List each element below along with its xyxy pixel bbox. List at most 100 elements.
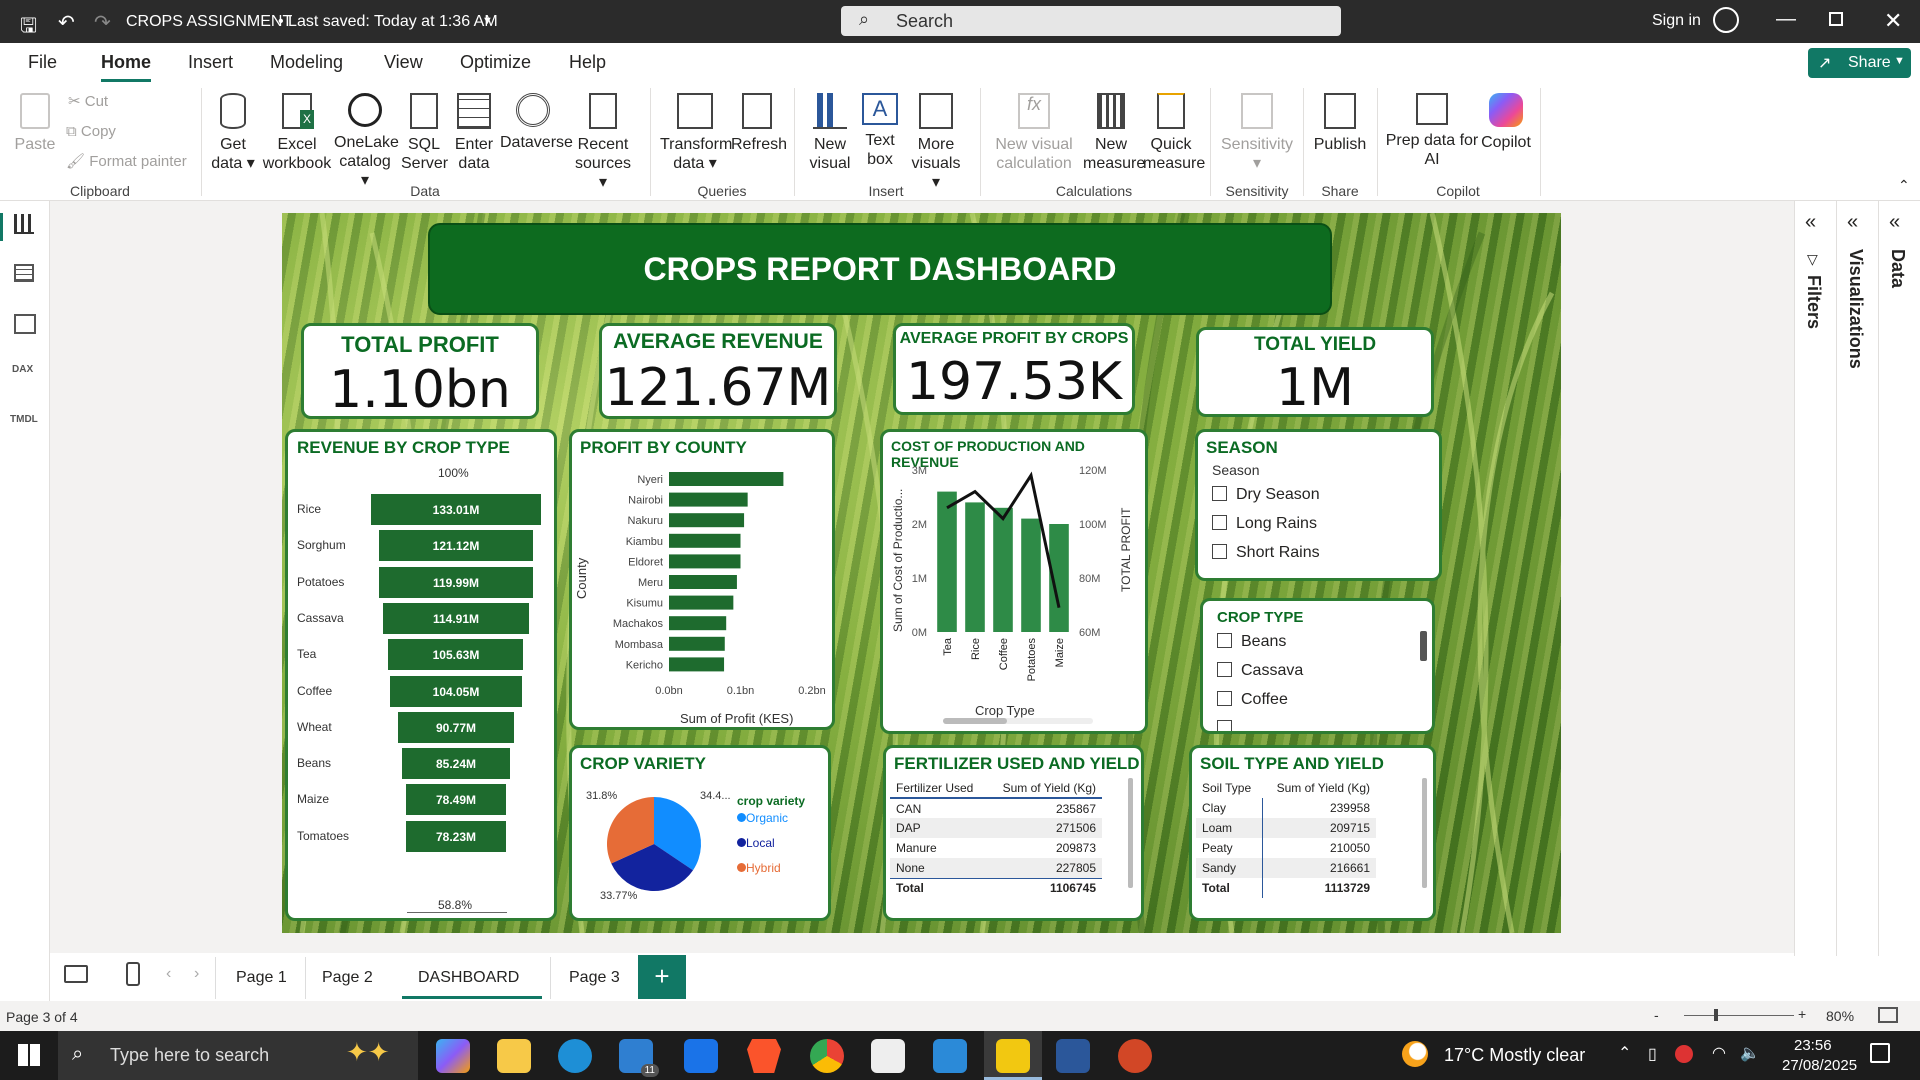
clock-date[interactable]: 27/08/2025 bbox=[1782, 1057, 1857, 1074]
column-header[interactable]: Fertilizer Used bbox=[890, 778, 987, 798]
windows-start-icon[interactable] bbox=[18, 1044, 40, 1066]
kpi-total-yield[interactable]: TOTAL YIELD 1M bbox=[1196, 327, 1434, 418]
file-explorer-icon[interactable] bbox=[497, 1039, 531, 1073]
edge-icon[interactable] bbox=[558, 1039, 592, 1073]
dax-query-view-icon[interactable]: DAX bbox=[12, 364, 33, 375]
slicer-option-cassava[interactable]: Cassava bbox=[1217, 662, 1303, 680]
column-header[interactable]: Sum of Yield (Kg) bbox=[987, 778, 1102, 798]
prep-data-ai-button[interactable]: Prep data for AI bbox=[1384, 93, 1480, 169]
volume-icon[interactable]: 🔈 bbox=[1740, 1043, 1760, 1063]
visualizations-pane[interactable]: « Visualizations bbox=[1836, 201, 1878, 956]
more-visuals-button[interactable]: More visuals ▾ bbox=[908, 93, 964, 192]
copilot-app-icon[interactable] bbox=[436, 1039, 470, 1073]
powerpoint-icon[interactable] bbox=[1118, 1039, 1152, 1073]
column-header[interactable]: Sum of Yield (Kg) bbox=[1262, 778, 1376, 798]
cost-revenue-chart[interactable]: COST OF PRODUCTION AND REVENUE 3M 2M 1M 0M 1… bbox=[880, 429, 1148, 734]
wifi-icon[interactable]: ◠ bbox=[1712, 1043, 1726, 1063]
menu-optimize[interactable]: Optimize bbox=[460, 52, 531, 73]
taskbar-active-app[interactable] bbox=[984, 1031, 1042, 1080]
report-view-icon[interactable] bbox=[14, 214, 34, 234]
table-row[interactable]: None 227805 bbox=[890, 858, 1102, 878]
menu-help[interactable]: Help bbox=[569, 52, 606, 73]
legend-item-local[interactable]: Local bbox=[737, 836, 775, 850]
format-painter-button[interactable]: 🖌 Format painter bbox=[66, 152, 187, 171]
checkbox[interactable] bbox=[1212, 544, 1227, 559]
chevron-up-icon[interactable]: ⌃ bbox=[1618, 1043, 1631, 1063]
tmdl-view-icon[interactable]: TMDL bbox=[10, 414, 38, 425]
table-row[interactable]: CAN 235867 bbox=[890, 798, 1102, 818]
get-data-button[interactable]: Get data ▾ bbox=[208, 93, 258, 173]
text-box-button[interactable]: A Text box bbox=[858, 93, 902, 169]
transform-data-button[interactable]: Transform data ▾ bbox=[660, 93, 732, 173]
paste-button[interactable]: Paste bbox=[12, 93, 58, 154]
table-row[interactable]: Peaty 210050 bbox=[1196, 838, 1376, 858]
refresh-button[interactable]: Refresh bbox=[731, 93, 787, 154]
revenue-by-crop-chart[interactable]: REVENUE BY CROP TYPE 100% 133.01M Rice 121… bbox=[285, 429, 557, 921]
next-page-icon[interactable]: › bbox=[194, 965, 199, 983]
expand-icon[interactable]: « bbox=[1847, 211, 1858, 234]
save-icon[interactable]: 🖫 bbox=[20, 11, 37, 45]
last-saved[interactable]: • Last saved: Today at 1:36 AM bbox=[278, 13, 498, 31]
sql-server-button[interactable]: SQL Server bbox=[401, 93, 448, 173]
checkbox[interactable] bbox=[1217, 633, 1232, 648]
weather-text[interactable]: 17°C Mostly clear bbox=[1444, 1045, 1585, 1066]
close-icon[interactable]: ✕ bbox=[1884, 8, 1902, 34]
excel-workbook-button[interactable]: X Excel workbook bbox=[262, 93, 332, 173]
copy-button[interactable]: ⧉ Copy bbox=[66, 122, 116, 141]
expand-icon[interactable]: « bbox=[1889, 211, 1900, 234]
enter-data-button[interactable]: Enter data bbox=[451, 93, 497, 173]
recent-sources-button[interactable]: Recent sources ▾ bbox=[570, 93, 636, 192]
device-icon[interactable]: ▯ bbox=[1648, 1044, 1657, 1064]
new-measure-button[interactable]: New measure bbox=[1083, 93, 1145, 173]
checkbox[interactable] bbox=[1217, 662, 1232, 677]
crop-type-slicer[interactable]: CROP TYPE Beans Cassava Coffee bbox=[1200, 598, 1435, 734]
store-icon[interactable] bbox=[684, 1039, 718, 1073]
slicer-option-short-rains[interactable]: Short Rains bbox=[1212, 544, 1320, 562]
soil-table[interactable]: SOIL TYPE AND YIELD Soil Type Sum of Yiel… bbox=[1189, 745, 1436, 921]
slicer-option-long-rains[interactable]: Long Rains bbox=[1212, 515, 1317, 533]
fit-to-page-icon[interactable] bbox=[1878, 1007, 1898, 1023]
checkbox[interactable] bbox=[1212, 515, 1227, 530]
legend-item-organic[interactable]: Organic bbox=[737, 811, 788, 825]
column-header[interactable]: Soil Type bbox=[1196, 778, 1262, 798]
copilot-button[interactable]: Copilot bbox=[1478, 93, 1534, 152]
legend-item-hybrid[interactable]: Hybrid bbox=[737, 861, 781, 875]
publish-button[interactable]: Publish bbox=[1310, 93, 1370, 154]
account-icon[interactable] bbox=[1713, 7, 1739, 33]
slicer-option-coffee[interactable]: Coffee bbox=[1217, 691, 1288, 709]
table-row[interactable]: Sandy 216661 bbox=[1196, 858, 1376, 878]
tab-page-2[interactable]: Page 2 bbox=[305, 957, 385, 999]
search-input[interactable]: ⌕ Search bbox=[841, 6, 1341, 36]
sensitivity-button[interactable]: Sensitivity ▾ bbox=[1221, 93, 1293, 173]
table-row[interactable]: Manure 209873 bbox=[890, 838, 1102, 858]
quick-measure-button[interactable]: Quick measure bbox=[1143, 93, 1205, 173]
taskbar-search-box[interactable]: ⌕ Type here to search ✦✦ bbox=[58, 1031, 418, 1080]
season-slicer[interactable]: SEASON Season Dry Season Long Rains Shor… bbox=[1195, 429, 1442, 581]
add-page-button[interactable]: + bbox=[638, 955, 686, 999]
checkbox[interactable] bbox=[1217, 691, 1232, 706]
horizontal-scrollbar[interactable] bbox=[943, 718, 1093, 724]
minimize-icon[interactable]: — bbox=[1776, 8, 1796, 31]
slicer-option-dry-season[interactable]: Dry Season bbox=[1212, 486, 1320, 504]
slicer-option-beans[interactable]: Beans bbox=[1217, 633, 1286, 651]
kpi-total-profit[interactable]: TOTAL PROFIT 1.10bn bbox=[301, 323, 539, 420]
dataverse-button[interactable]: Dataverse bbox=[500, 93, 573, 152]
zoom-in-icon[interactable]: + bbox=[1798, 1006, 1806, 1022]
profit-by-county-chart[interactable]: PROFIT BY COUNTY Nyeri Nairobi Nakuru Kiamb… bbox=[569, 429, 835, 730]
collapse-ribbon-icon[interactable]: ⌃ bbox=[1898, 177, 1910, 194]
sign-in-link[interactable]: Sign in bbox=[1652, 12, 1701, 30]
vertical-scrollbar[interactable] bbox=[1420, 631, 1427, 661]
table-row[interactable]: Clay 239958 bbox=[1196, 798, 1376, 818]
desktop-layout-icon[interactable] bbox=[64, 965, 88, 983]
table-view-icon[interactable] bbox=[14, 264, 34, 282]
menu-modeling[interactable]: Modeling bbox=[270, 52, 343, 73]
model-view-icon[interactable] bbox=[14, 314, 36, 334]
undo-icon[interactable]: ↶ bbox=[58, 10, 75, 35]
menu-home[interactable]: Home bbox=[101, 52, 152, 82]
cut-button[interactable]: ✂ Cut bbox=[68, 92, 108, 111]
notification-icon[interactable] bbox=[1870, 1043, 1890, 1063]
expand-icon[interactable]: « bbox=[1805, 211, 1816, 234]
data-pane[interactable]: « Data bbox=[1878, 201, 1920, 956]
share-button[interactable]: ↗ Share ▼ bbox=[1808, 48, 1911, 78]
menu-insert[interactable]: Insert bbox=[188, 52, 233, 73]
